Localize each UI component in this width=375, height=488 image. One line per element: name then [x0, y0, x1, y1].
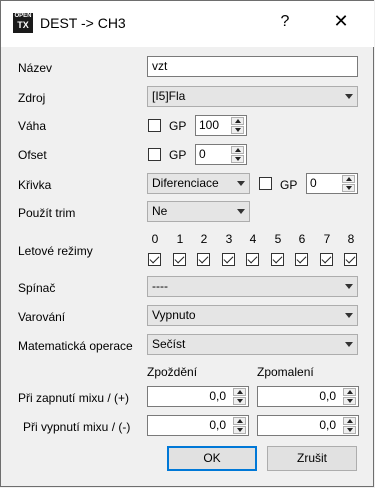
warning-label: Varování — [18, 310, 66, 324]
weight-label: Váha — [18, 119, 47, 133]
window-title: DEST -> CH3 — [40, 15, 126, 31]
source-label: Zdroj — [18, 91, 46, 105]
trim-select[interactable]: Ne — [147, 201, 250, 222]
flight-mode-number: 4 — [249, 232, 257, 246]
slow-off-value: 0,0 — [319, 418, 336, 432]
flight-mode-checkbox[interactable] — [320, 253, 333, 266]
flight-mode-number: 2 — [200, 232, 208, 246]
weight-value: 100 — [199, 118, 220, 132]
flight-mode-checkbox[interactable] — [222, 253, 235, 266]
spin-down-icon[interactable] — [343, 397, 356, 405]
spin-up-icon[interactable] — [231, 146, 244, 154]
flight-mode-checkbox[interactable] — [197, 253, 210, 266]
math-value: Sečíst — [152, 337, 186, 351]
slow-header: Zpomalení — [257, 365, 314, 379]
logo-text-top: OPEN — [14, 13, 32, 19]
chevron-down-icon — [237, 209, 245, 214]
delay-on-value: 0,0 — [209, 389, 226, 403]
slow-on-spinbox[interactable]: 0,0 — [257, 386, 359, 407]
flight-mode-checkbox[interactable] — [295, 253, 308, 266]
delay-off-spinbox[interactable]: 0,0 — [147, 415, 249, 436]
spin-down-icon[interactable] — [231, 126, 244, 134]
offset-spinbox[interactable]: 0 — [195, 144, 247, 165]
source-select-value: [I5]Fla — [152, 89, 186, 103]
curve-type-value: Diferenciace — [152, 176, 219, 190]
flight-mode-checkbox[interactable] — [344, 253, 357, 266]
close-button[interactable]: ✕ — [331, 11, 351, 32]
name-input[interactable]: vzt — [147, 56, 358, 77]
flight-modes-label: Letové režimy — [18, 244, 93, 258]
offset-gp-label: GP — [169, 148, 187, 162]
title-bar: OPEN TX DEST -> CH3 ? ✕ — [1, 1, 374, 47]
spin-down-icon[interactable] — [342, 184, 355, 192]
flight-mode-number: 1 — [176, 232, 184, 246]
chevron-down-icon — [237, 181, 245, 186]
name-label: Název — [18, 61, 53, 75]
curve-spinbox[interactable]: 0 — [306, 173, 358, 194]
chevron-down-icon — [345, 313, 353, 318]
mix-on-label: Při zapnutí mixu / (+) — [18, 391, 130, 405]
weight-gp-label: GP — [169, 119, 187, 133]
flight-mode-number: 3 — [225, 232, 233, 246]
switch-value: ---- — [152, 279, 168, 293]
curve-gp-label: GP — [280, 178, 298, 192]
warning-select[interactable]: Vypnuto — [147, 305, 358, 326]
offset-value: 0 — [199, 147, 206, 161]
mix-edit-dialog: OPEN TX DEST -> CH3 ? ✕ Název vzt Zdroj … — [0, 0, 374, 487]
trim-label: Použít trim — [18, 206, 76, 220]
offset-label: Ofset — [18, 148, 47, 162]
delay-off-value: 0,0 — [209, 418, 226, 432]
flight-mode-number: 8 — [347, 232, 355, 246]
math-select[interactable]: Sečíst — [147, 334, 358, 355]
spin-down-icon[interactable] — [233, 397, 246, 405]
chevron-down-icon — [345, 284, 353, 289]
warning-value: Vypnuto — [152, 308, 196, 322]
mix-off-label: Při vypnutí mixu / (-) — [23, 420, 131, 434]
curve-label: Křivka — [18, 178, 52, 192]
logo-text-bottom: TX — [17, 20, 29, 30]
curve-gp-checkbox[interactable] — [259, 177, 272, 190]
opentx-logo-icon: OPEN TX — [13, 13, 33, 33]
flight-mode-number: 6 — [298, 232, 306, 246]
flight-mode-number: 7 — [323, 232, 331, 246]
curve-type-select[interactable]: Diferenciace — [147, 173, 250, 194]
flight-mode-number: 5 — [274, 232, 282, 246]
spin-up-icon[interactable] — [233, 417, 246, 425]
source-select[interactable]: [I5]Fla — [147, 86, 358, 107]
cancel-button[interactable]: Zrušit — [267, 446, 357, 471]
spin-up-icon[interactable] — [343, 388, 356, 396]
flight-mode-number: 0 — [151, 232, 159, 246]
weight-spinbox[interactable]: 100 — [195, 115, 247, 136]
spin-up-icon[interactable] — [343, 417, 356, 425]
delay-on-spinbox[interactable]: 0,0 — [147, 386, 249, 407]
weight-gp-checkbox[interactable] — [148, 119, 161, 132]
ok-button[interactable]: OK — [167, 446, 257, 471]
spin-down-icon[interactable] — [233, 426, 246, 434]
slow-off-spinbox[interactable]: 0,0 — [257, 415, 359, 436]
slow-on-value: 0,0 — [319, 389, 336, 403]
offset-gp-checkbox[interactable] — [148, 148, 161, 161]
spin-up-icon[interactable] — [231, 117, 244, 125]
flight-mode-checkbox[interactable] — [246, 253, 259, 266]
switch-label: Spínač — [18, 281, 56, 295]
switch-select[interactable]: ---- — [147, 276, 358, 297]
flight-mode-checkbox[interactable] — [271, 253, 284, 266]
chevron-down-icon — [345, 94, 353, 99]
curve-value: 0 — [310, 176, 317, 190]
help-button[interactable]: ? — [277, 13, 293, 31]
flight-mode-checkbox[interactable] — [173, 253, 186, 266]
math-label: Matematická operace — [18, 339, 133, 353]
flight-mode-checkbox[interactable] — [148, 253, 161, 266]
spin-down-icon[interactable] — [231, 155, 244, 163]
spin-up-icon[interactable] — [233, 388, 246, 396]
chevron-down-icon — [345, 342, 353, 347]
delay-header: Zpoždění — [147, 365, 198, 379]
spin-down-icon[interactable] — [343, 426, 356, 434]
trim-value: Ne — [152, 204, 168, 218]
spin-up-icon[interactable] — [342, 175, 355, 183]
